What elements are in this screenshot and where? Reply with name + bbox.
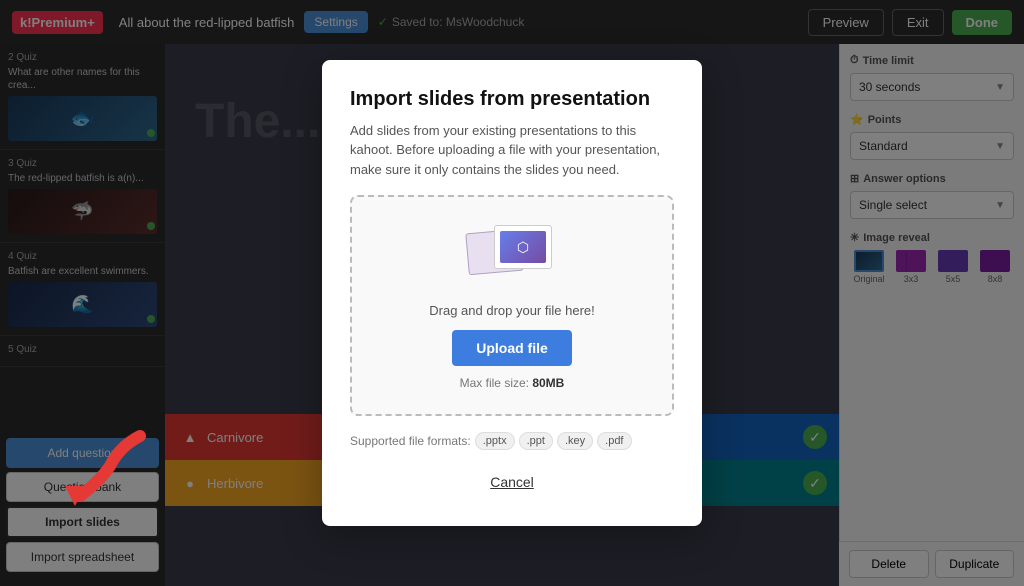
format-pdf: .pdf	[597, 432, 631, 450]
max-size-value: 80MB	[532, 376, 564, 390]
modal-description: Add slides from your existing presentati…	[350, 121, 674, 180]
slide-front-inner	[500, 231, 546, 263]
modal-title: Import slides from presentation	[350, 88, 674, 111]
cancel-button[interactable]: Cancel	[466, 466, 558, 498]
import-slides-modal: Import slides from presentation Add slid…	[322, 60, 702, 527]
file-formats: Supported file formats: .pptx .ppt .key …	[350, 432, 674, 450]
max-size-label: Max file size:	[460, 376, 533, 390]
format-pptx: .pptx	[475, 432, 515, 450]
format-key: .key	[557, 432, 593, 450]
drop-text: Drag and drop your file here!	[376, 303, 648, 318]
max-size-text: Max file size: 80MB	[376, 376, 648, 390]
formats-label: Supported file formats:	[350, 434, 471, 448]
drop-zone[interactable]: Drag and drop your file here! Upload fil…	[350, 195, 674, 416]
drop-illustration	[462, 221, 562, 291]
upload-file-button[interactable]: Upload file	[452, 330, 572, 366]
red-arrow-indicator	[60, 426, 160, 521]
slide-front	[494, 225, 552, 269]
format-ppt: .ppt	[519, 432, 553, 450]
